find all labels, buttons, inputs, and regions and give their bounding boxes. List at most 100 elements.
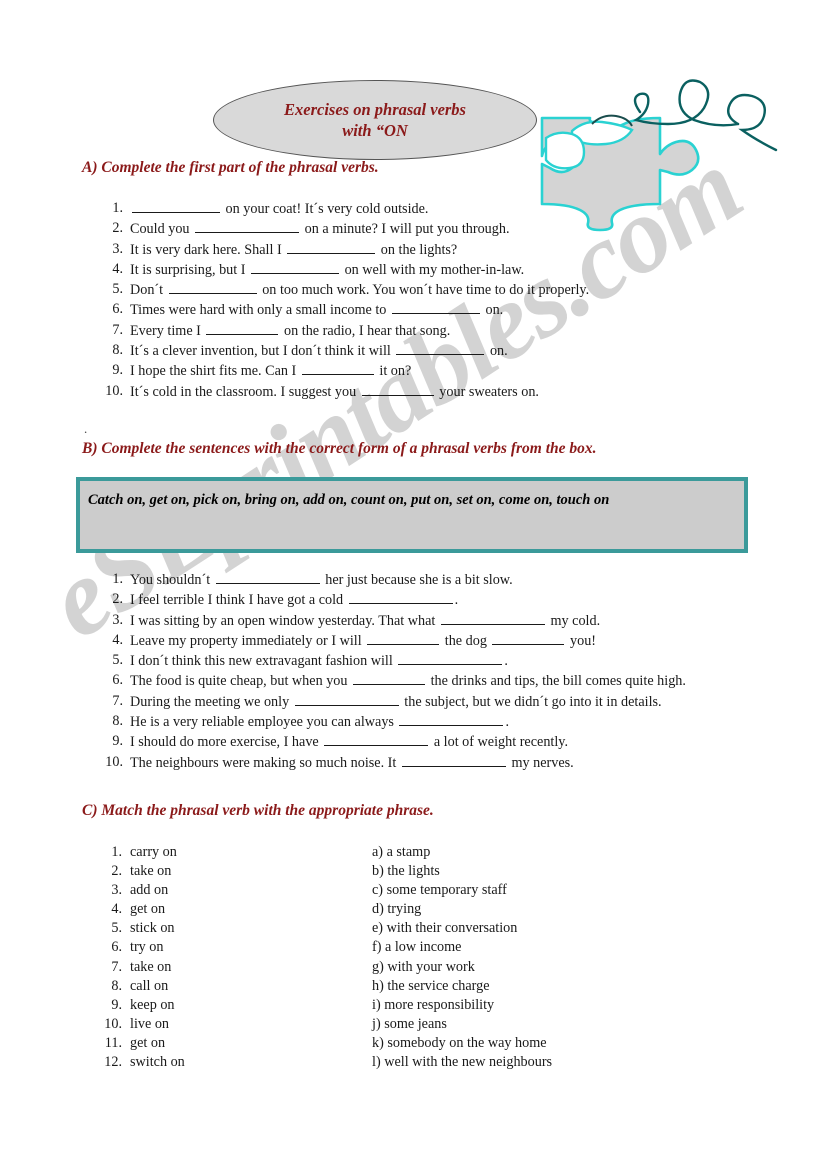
- answer-blank[interactable]: [440, 611, 545, 625]
- answer-blank[interactable]: [353, 671, 426, 686]
- worksheet-title-bubble: Exercises on phrasal verbs with “ON: [213, 80, 537, 160]
- answer-blank[interactable]: [361, 382, 434, 396]
- answer-blank[interactable]: [399, 712, 504, 727]
- match-phrase-cell[interactable]: c) some temporary staff: [372, 881, 760, 900]
- exercise-number: 3.: [112, 240, 123, 257]
- match-verb-cell[interactable]: 12. switch on: [100, 1053, 372, 1072]
- answer-blank[interactable]: [398, 651, 503, 666]
- match-verb-cell[interactable]: 11. get on: [100, 1034, 372, 1053]
- word-bank-box: Catch on, get on, pick on, bring on, add…: [76, 477, 748, 553]
- exercise-sentence: The food is quite cheap, but when you th…: [130, 671, 686, 690]
- answer-blank[interactable]: [294, 692, 399, 706]
- exercise-number: 3.: [112, 611, 123, 628]
- exercise-item: 6. Times were hard with only a small inco…: [100, 300, 760, 320]
- exercise-item: 5. I don´t think this new extravagant fas…: [100, 651, 760, 671]
- exercise-sentence: I was sitting by an open window yesterda…: [130, 611, 601, 629]
- match-phrase-cell[interactable]: h) the service charge: [372, 977, 760, 996]
- exercise-item: 3. I was sitting by an open window yester…: [100, 611, 760, 631]
- answer-blank[interactable]: [132, 199, 220, 213]
- section-a-list: 1. on your coat! It´s very cold outside.…: [100, 199, 760, 402]
- exercise-item: 7. Every time I on the radio, I hear that…: [100, 321, 760, 341]
- answer-blank[interactable]: [492, 631, 565, 645]
- exercise-item: 6. The food is quite cheap, but when you …: [100, 671, 760, 691]
- exercise-sentence: Don´t on too much work. You won´t have t…: [130, 280, 590, 299]
- answer-blank[interactable]: [348, 590, 453, 605]
- exercise-number: 10.: [105, 753, 123, 770]
- match-row: 8. call on h) the service charge: [100, 977, 760, 996]
- exercise-number: 2.: [112, 591, 123, 608]
- exercise-sentence: It´s cold in the classroom. I suggest yo…: [130, 382, 539, 400]
- match-verb-label: get on: [130, 901, 166, 918]
- exercise-number: 2.: [112, 220, 123, 237]
- match-phrase-cell[interactable]: i) more responsibility: [372, 996, 760, 1015]
- answer-blank[interactable]: [401, 753, 506, 767]
- exercise-number: 6.: [112, 672, 123, 689]
- exercise-item: 2. I feel terrible I think I have got a c…: [100, 590, 760, 610]
- match-row: 3. add on c) some temporary staff: [100, 881, 760, 900]
- exercise-sentence: I hope the shirt fits me. Can I it on?: [130, 361, 412, 380]
- match-phrase-cell[interactable]: b) the lights: [372, 862, 760, 881]
- exercise-sentence: It´s a clever invention, but I don´t thi…: [130, 341, 508, 360]
- match-verb-cell[interactable]: 7. take on: [100, 958, 372, 977]
- answer-blank[interactable]: [251, 260, 340, 274]
- exercise-sentence: Times were hard with only a small income…: [130, 300, 504, 319]
- answer-blank[interactable]: [168, 280, 257, 295]
- match-phrase-cell[interactable]: l) well with the new neighbours: [372, 1053, 760, 1072]
- exercise-sentence: The neighbours were making so much noise…: [130, 753, 574, 771]
- answer-blank[interactable]: [301, 361, 374, 376]
- match-verb-label: live on: [130, 1015, 170, 1032]
- match-verb-cell[interactable]: 4. get on: [100, 900, 372, 919]
- match-verb-cell[interactable]: 2. take on: [100, 862, 372, 881]
- exercise-number: 6.: [112, 301, 123, 318]
- exercise-number: 10.: [105, 382, 123, 399]
- section-a-heading: A) Complete the first part of the phrasa…: [82, 159, 379, 176]
- exercise-item: 1. You shouldn´t her just because she is …: [100, 570, 760, 590]
- match-phrase-cell[interactable]: a) a stamp: [372, 843, 760, 862]
- exercise-item: 8. It´s a clever invention, but I don´t t…: [100, 341, 760, 361]
- answer-blank[interactable]: [391, 300, 480, 315]
- exercise-item: 10. The neighbours were making so much no…: [100, 753, 760, 773]
- exercise-number: 9.: [112, 733, 123, 750]
- match-verb-cell[interactable]: 8. call on: [100, 977, 372, 996]
- answer-blank[interactable]: [215, 570, 320, 584]
- exercise-item: 1. on your coat! It´s very cold outside.: [100, 199, 760, 219]
- exercise-number: 8.: [112, 713, 123, 730]
- match-number: 8.: [111, 977, 122, 994]
- exercise-item: 5. Don´t on too much work. You won´t have…: [100, 280, 760, 300]
- exercise-sentence: It is very dark here. Shall I on the lig…: [130, 240, 458, 258]
- exercise-number: 7.: [112, 321, 123, 338]
- answer-blank[interactable]: [396, 341, 485, 356]
- answer-blank[interactable]: [206, 321, 279, 335]
- match-phrase-cell[interactable]: g) with your work: [372, 958, 760, 977]
- match-verb-label: carry on: [130, 844, 177, 860]
- exercise-number: 7.: [112, 692, 123, 709]
- match-verb-cell[interactable]: 3. add on: [100, 881, 372, 900]
- match-verb-cell[interactable]: 9. keep on: [100, 996, 372, 1015]
- match-phrase-cell[interactable]: d) trying: [372, 900, 760, 919]
- match-row: 10. live on j) some jeans: [100, 1015, 760, 1034]
- match-verb-cell[interactable]: 5. stick on: [100, 919, 372, 938]
- exercise-item: 8. He is a very reliable employee you can…: [100, 712, 760, 732]
- worksheet-page: Exercises on phrasal verbs with “ON eSLp…: [0, 0, 826, 1169]
- match-number: 11.: [104, 1034, 122, 1051]
- answer-blank[interactable]: [195, 219, 300, 234]
- answer-blank[interactable]: [367, 631, 440, 645]
- match-verb-cell[interactable]: 6. try on: [100, 938, 372, 957]
- match-verb-label: call on: [130, 977, 169, 994]
- match-number: 12.: [104, 1054, 122, 1071]
- match-row: 5. stick on e) with their conversation: [100, 919, 760, 938]
- match-number: 7.: [111, 958, 122, 975]
- answer-blank[interactable]: [287, 240, 376, 254]
- match-number: 3.: [111, 882, 122, 899]
- match-verb-cell[interactable]: 1. carry on: [100, 843, 372, 862]
- match-phrase-cell[interactable]: e) with their conversation: [372, 919, 760, 938]
- match-verb-cell[interactable]: 10. live on: [100, 1015, 372, 1034]
- answer-blank[interactable]: [324, 732, 429, 747]
- match-phrase-cell[interactable]: j) some jeans: [372, 1015, 760, 1034]
- exercise-item: 4. Leave my property immediately or I wil…: [100, 631, 760, 651]
- match-phrase-cell[interactable]: k) somebody on the way home: [372, 1034, 760, 1053]
- exercise-sentence: I should do more exercise, I have a lot …: [130, 732, 569, 751]
- match-phrase-cell[interactable]: f) a low income: [372, 938, 760, 957]
- match-verb-label: keep on: [130, 996, 175, 1013]
- exercise-sentence: During the meeting we only the subject, …: [130, 692, 662, 710]
